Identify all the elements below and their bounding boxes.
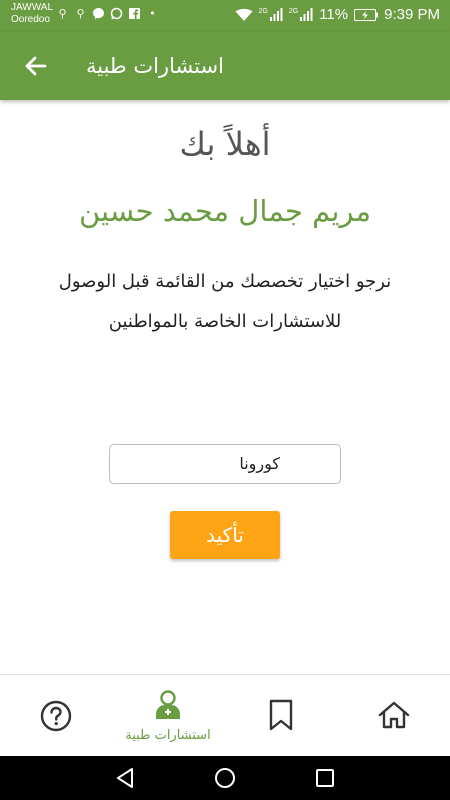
battery-percent: 11%: [319, 6, 349, 23]
notification-icons: ⚲ ⚲ •: [56, 7, 159, 20]
usb-icon: ⚲: [58, 7, 67, 20]
whatsapp-icon: [110, 7, 123, 20]
confirm-button[interactable]: تأكيد: [170, 511, 280, 559]
specialty-select[interactable]: كورونا: [109, 444, 341, 484]
wifi-icon: [235, 8, 253, 21]
page-title: استشارات طبية: [86, 54, 224, 78]
home-icon: [378, 701, 410, 729]
usb-icon: ⚲: [76, 7, 85, 20]
home-circle-icon[interactable]: [213, 766, 237, 790]
instructions-text: نرجو اختيار تخصصك من القائمة قبل الوصول …: [58, 271, 392, 332]
system-status: 2G 2G 11% 9:39 PM: [235, 6, 440, 23]
status-bar: JAWWAL Ooredoo ⚲ ⚲ • 2G 2G 11% 9:39 PM: [0, 0, 450, 32]
arrow-left-icon: [25, 56, 47, 76]
nav-item-medical-consultations[interactable]: استشارات طبية: [112, 675, 224, 757]
system-navigation-bar: [0, 756, 450, 800]
nav-item-bookmarks[interactable]: [225, 675, 337, 757]
nav-item-help[interactable]: [0, 675, 112, 757]
nav-item-home[interactable]: [338, 675, 450, 757]
user-name: مريم جمال محمد حسين: [78, 194, 372, 228]
battery-charging-icon: [354, 8, 379, 21]
clock: 9:39 PM: [384, 6, 440, 23]
messenger-icon: [92, 7, 105, 20]
signal-1: 2G: [258, 7, 283, 22]
back-button[interactable]: [22, 52, 50, 80]
recent-apps-icon[interactable]: [313, 766, 337, 790]
network-type-2: 2G: [288, 7, 299, 15]
help-icon: [40, 700, 72, 732]
carrier-info: JAWWAL Ooredoo: [11, 2, 53, 26]
signal-icon: [300, 7, 313, 21]
signal-2: 2G: [288, 7, 313, 22]
signal-icon: [269, 7, 283, 21]
network-type-1: 2G: [258, 7, 268, 15]
greeting-text: أهلاً بك: [179, 125, 271, 163]
bottom-navigation: استشارات طبية: [0, 674, 450, 756]
more-notifications-icon: •: [149, 7, 156, 20]
nav-label-medical-consultations: استشارات طبية: [125, 728, 211, 743]
back-triangle-icon[interactable]: [113, 766, 137, 790]
bookmark-icon: [269, 699, 293, 731]
medical-consultation-icon: [156, 690, 180, 719]
carrier-name-2: Ooredoo: [11, 14, 50, 25]
facebook-icon: [128, 7, 141, 20]
app-bar: استشارات طبية: [0, 32, 450, 100]
carrier-name-1: JAWWAL: [11, 2, 54, 13]
